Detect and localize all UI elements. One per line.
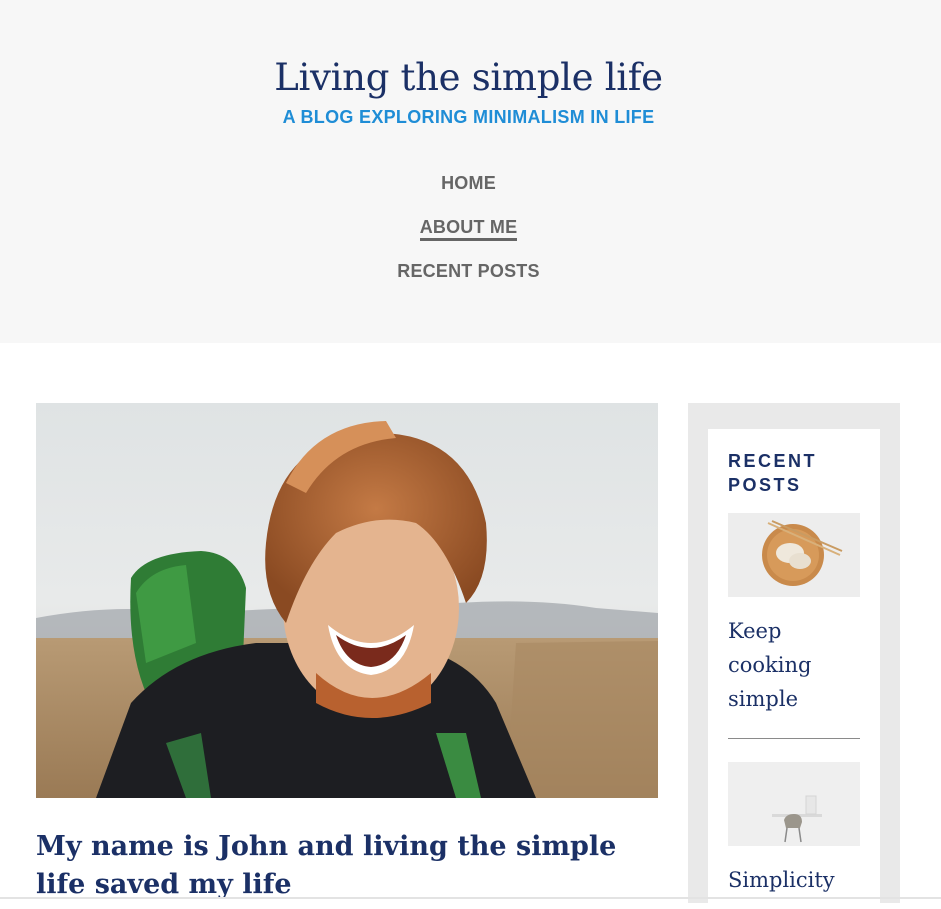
site-tagline: A BLOG EXPLORING MINIMALISM IN LIFE xyxy=(282,107,655,127)
widget-title: RECENT POSTS xyxy=(728,451,818,495)
site-header: Living the simple life A BLOG EXPLORING … xyxy=(0,0,941,343)
nav-item-about-me[interactable]: ABOUT ME xyxy=(319,213,619,241)
nav-item-label: HOME xyxy=(441,173,496,193)
sidebar: RECENT POSTS Keep cooking simple Simplic… xyxy=(688,403,900,909)
nav-item-label: ABOUT ME xyxy=(419,217,518,241)
site-title[interactable]: Living the simple life xyxy=(0,53,937,103)
recent-posts-widget: RECENT POSTS Keep cooking simple Simplic… xyxy=(708,429,880,909)
main-nav: HOME ABOUT ME RECENT POSTS xyxy=(0,169,937,301)
nav-item-label: RECENT POSTS xyxy=(397,261,540,281)
nav-item-recent-posts[interactable]: RECENT POSTS xyxy=(319,257,619,285)
recent-post-link[interactable]: Keep cooking simple xyxy=(728,614,868,716)
divider xyxy=(728,738,860,739)
nav-item-home[interactable]: HOME xyxy=(319,169,619,197)
recent-post-link[interactable]: Simplicity xyxy=(728,863,868,897)
recent-post-thumbnail[interactable] xyxy=(728,513,860,597)
hero-image xyxy=(36,403,658,798)
recent-post-thumbnail[interactable] xyxy=(728,762,860,846)
post-title[interactable]: My name is John and living the simple li… xyxy=(36,828,656,904)
